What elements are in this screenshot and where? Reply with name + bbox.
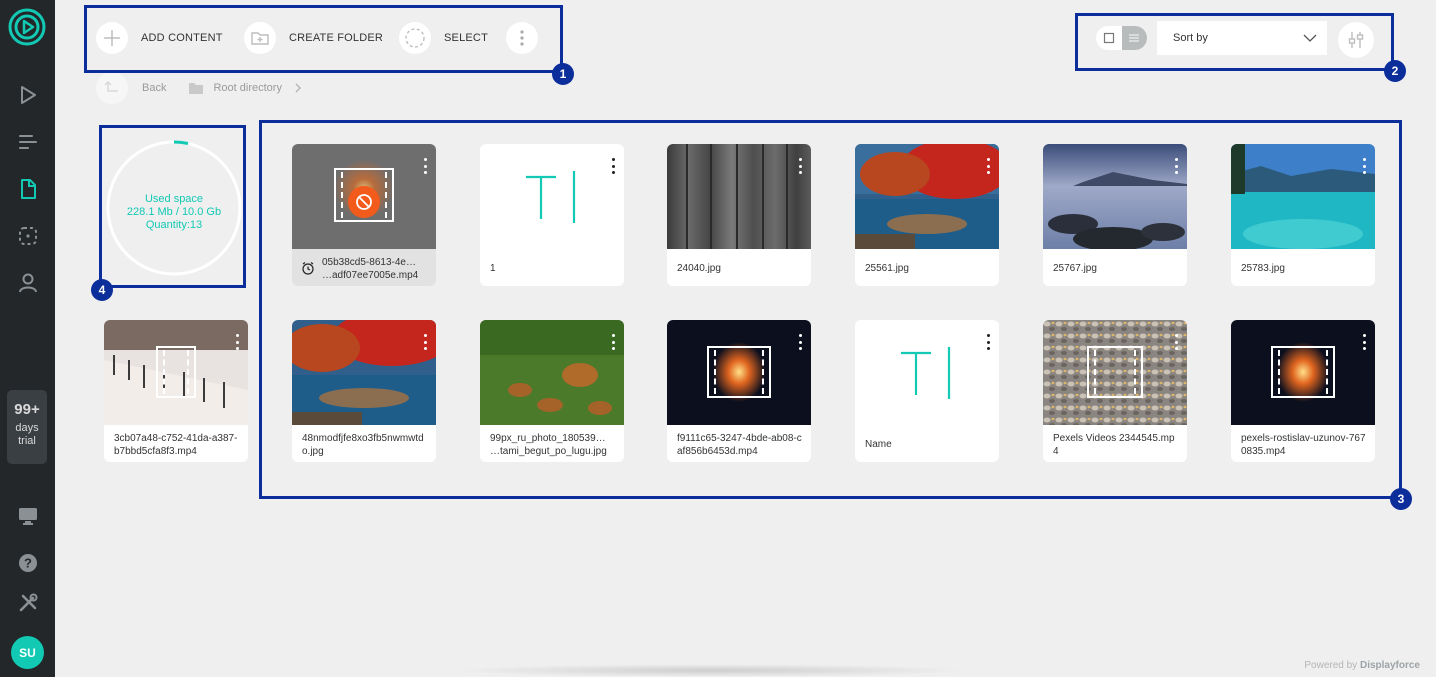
tools-icon[interactable]: [15, 590, 41, 616]
screens-group-icon[interactable]: [15, 223, 41, 249]
root-directory-link[interactable]: Root directory: [213, 82, 281, 94]
play-icon[interactable]: [15, 82, 41, 108]
powered-by: Powered by Displayforce: [1304, 660, 1420, 671]
folder-icon: [189, 83, 204, 94]
trial-label: trial: [18, 435, 36, 447]
annotation-marker-3: 3: [1390, 488, 1412, 510]
user-icon[interactable]: [15, 270, 41, 296]
chevron-right-icon: [295, 83, 301, 93]
avatar[interactable]: SU: [11, 636, 44, 669]
annotation-marker-2: 2: [1384, 60, 1406, 82]
annotation-box-toolbar: [84, 5, 563, 73]
annotation-marker-1: 1: [552, 63, 574, 85]
annotation-marker-4: 4: [91, 279, 113, 301]
file-name: 3cb07a48-c752-41da-a387-b7bbd5cfa8f3.mp4: [114, 433, 238, 457]
sidebar: 99+ days trial ? SU: [0, 0, 55, 677]
trial-badge[interactable]: 99+ days trial: [7, 390, 47, 464]
trial-unit: days: [15, 422, 39, 434]
annotation-box-storage: [99, 125, 246, 288]
powered-prefix: Powered by: [1304, 660, 1360, 671]
trial-count: 99+: [14, 401, 40, 418]
svg-text:?: ?: [24, 556, 32, 571]
file-card[interactable]: 3cb07a48-c752-41da-a387-b7bbd5cfa8f3.mp4: [104, 320, 248, 462]
playlist-icon[interactable]: [15, 129, 41, 155]
content-files-icon[interactable]: [15, 176, 41, 202]
bottom-shadow: [450, 664, 970, 677]
app-logo-icon[interactable]: [8, 8, 46, 46]
video-frame-icon: [156, 346, 196, 398]
help-icon[interactable]: ?: [15, 550, 41, 576]
back-arrow-icon[interactable]: [96, 72, 128, 104]
breadcrumb: Back Root directory: [96, 72, 302, 104]
annotation-box-files: [259, 120, 1402, 499]
brand-name[interactable]: Displayforce: [1360, 660, 1420, 671]
back-link[interactable]: Back: [142, 82, 166, 94]
card-menu-button[interactable]: [234, 334, 240, 350]
annotation-box-sort: [1075, 13, 1394, 71]
monitor-icon[interactable]: [15, 503, 41, 529]
